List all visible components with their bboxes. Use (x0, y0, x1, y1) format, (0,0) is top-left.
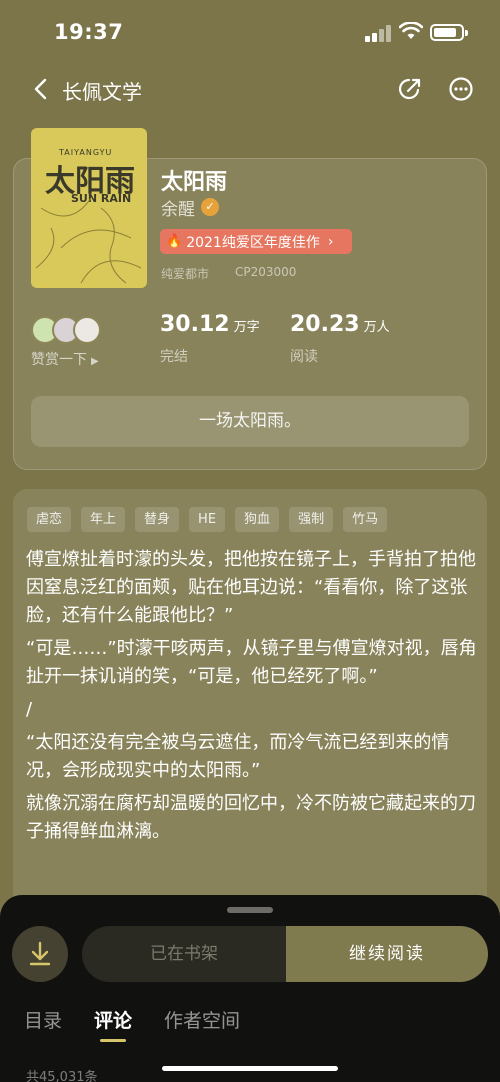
chevron-left-icon[interactable] (30, 76, 52, 102)
chevron-right-icon: › (327, 233, 334, 250)
synopsis-paragraph: “太阳还没有完全被乌云遮住，而冷气流已经到来的情况，会形成现实中的太阳雨。” (26, 732, 450, 781)
cover-illustration (35, 197, 142, 284)
tag[interactable]: 狗血 (235, 507, 280, 532)
tag[interactable]: 虐恋 (27, 507, 72, 532)
wifi-icon (399, 22, 423, 39)
sheet-grabber[interactable] (227, 907, 273, 913)
synopsis-paragraph: / (26, 699, 33, 720)
comment-count: 共45,031条 (26, 1070, 98, 1082)
download-icon (29, 941, 51, 966)
tagline: 一场太阳雨。 (31, 396, 469, 447)
author-name[interactable]: 余醒 (161, 195, 195, 220)
stat-label: 阅读 (290, 349, 318, 365)
verified-icon: ✓ (201, 198, 219, 216)
category-label: 纯爱都市 (161, 267, 210, 281)
download-button[interactable] (12, 926, 68, 982)
reward-button[interactable]: 赞赏一下 ▶ (31, 349, 99, 369)
status-bar: 19:37 (0, 0, 500, 62)
more-icon[interactable] (448, 76, 474, 102)
author-row[interactable]: 余醒 ✓ (161, 195, 219, 220)
reader-count-stat: 20.23 万人 阅读 (290, 312, 390, 366)
synopsis-paragraph: 就像沉溺在腐朽却温暖的回忆中，冷不防被它藏起来的刀子捅得鲜血淋漓。 (26, 793, 476, 842)
fire-icon: 🔥 (166, 234, 183, 249)
in-shelf-button[interactable]: 已在书架 (82, 926, 286, 982)
home-indicator (162, 1066, 338, 1071)
nav-title: 长佩文学 (62, 80, 142, 104)
synopsis-text: 傅宣燎扯着时濛的头发，把他按在镜子上，手背拍了拍他因窒息泛红的面颊，贴在他耳边说… (26, 546, 478, 851)
tag[interactable]: 强制 (289, 507, 334, 532)
stat-unit: 万字 (233, 320, 260, 335)
word-count-stat: 30.12 万字 完结 (160, 312, 260, 366)
cp-id: CP203000 (235, 265, 297, 279)
tag[interactable]: HE (189, 507, 226, 532)
avatar (73, 316, 101, 344)
signal-icon (365, 24, 391, 42)
tag[interactable]: 替身 (135, 507, 180, 532)
award-badge[interactable]: 🔥 2021纯爱区年度佳作 › (160, 229, 352, 254)
reward-label: 赞赏一下 (31, 352, 87, 368)
status-time: 19:37 (54, 20, 124, 44)
stat-label: 完结 (160, 349, 188, 365)
battery-icon (430, 24, 468, 41)
book-cover[interactable]: TAIYANGYU 太阳雨 SUN RAIN (31, 128, 147, 288)
sheet-tabs: 目录 评论 作者空间 (24, 1006, 240, 1042)
book-title: 太阳雨 (161, 170, 228, 195)
tab-contents[interactable]: 目录 (24, 1006, 62, 1033)
synopsis-paragraph: 傅宣燎扯着时濛的头发，把他按在镜子上，手背拍了拍他因窒息泛红的面颊，贴在他耳边说… (26, 549, 476, 626)
triangle-right-icon: ▶ (91, 356, 99, 367)
stat-unit: 万人 (363, 320, 390, 335)
stat-number: 30.12 (160, 312, 230, 337)
top-nav: 长佩文学 (0, 62, 500, 116)
bottom-sheet (0, 895, 500, 1082)
share-icon[interactable] (397, 76, 423, 102)
book-meta: 纯爱都市 CP203000 (161, 265, 296, 282)
tab-comments[interactable]: 评论 (94, 1006, 132, 1042)
tab-author-space[interactable]: 作者空间 (164, 1006, 240, 1033)
tag-list: 虐恋 年上 替身 HE 狗血 强制 竹马 (27, 507, 388, 532)
tag[interactable]: 竹马 (343, 507, 388, 532)
tag[interactable]: 年上 (81, 507, 126, 532)
continue-reading-button[interactable]: 继续阅读 (286, 926, 488, 982)
reward-avatars[interactable] (31, 316, 101, 344)
stat-number: 20.23 (290, 312, 360, 337)
synopsis-paragraph: “可是……”时濛干咳两声，从镜子里与傅宣燎对视，唇角扯开一抹讥诮的笑，“可是，他… (26, 638, 477, 687)
award-label: 2021纯爱区年度佳作 (186, 234, 320, 251)
